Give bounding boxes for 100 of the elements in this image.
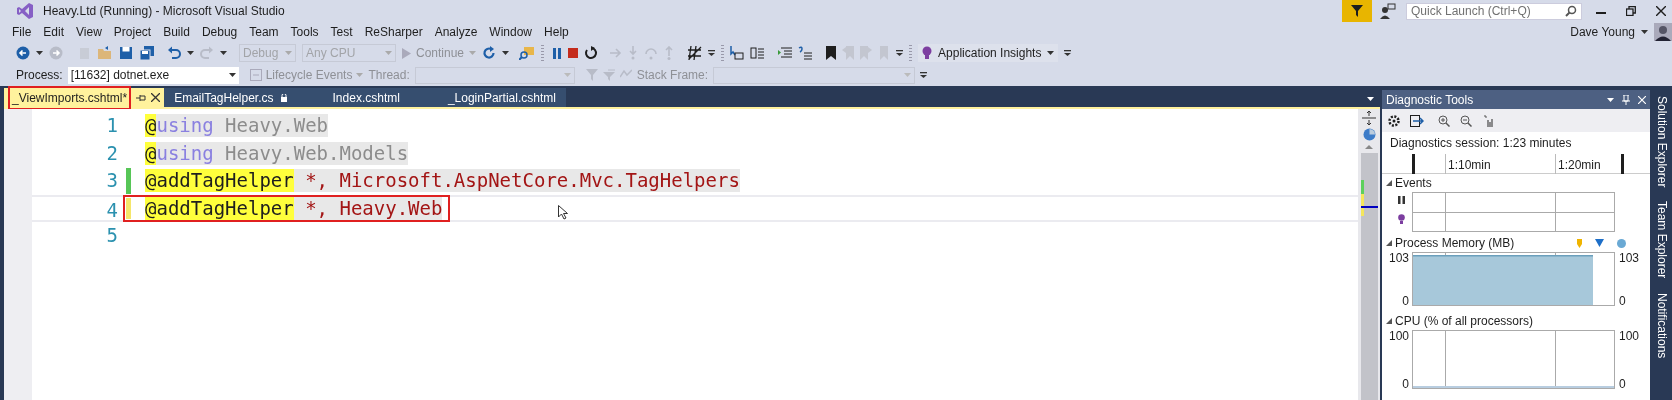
caret-icon: [285, 51, 292, 55]
timeline-label: 1:20min: [1558, 157, 1601, 174]
collapse-icon[interactable]: [1386, 318, 1392, 324]
user-name[interactable]: Dave Young: [1570, 23, 1635, 41]
undo-icon[interactable]: [167, 46, 181, 60]
close-icon[interactable]: [1656, 6, 1666, 16]
event-icon: [249, 69, 262, 81]
axis-label: 100: [1388, 330, 1409, 343]
feedback-button[interactable]: [1342, 0, 1372, 22]
caret-icon[interactable]: [502, 51, 510, 55]
caret-icon[interactable]: [220, 51, 227, 55]
pin-icon[interactable]: [136, 93, 147, 102]
menu-item[interactable]: Debug: [195, 23, 244, 41]
side-tab[interactable]: Team Explorer: [1653, 201, 1671, 279]
export-icon[interactable]: [1410, 114, 1424, 127]
menu-item[interactable]: ReSharper: [358, 23, 429, 41]
menu-item[interactable]: Build: [157, 23, 196, 41]
menu-item[interactable]: View: [70, 23, 108, 41]
app-logo-icon: [16, 2, 34, 20]
caret-icon[interactable]: [1641, 30, 1648, 34]
caret-icon: [1047, 51, 1055, 55]
overflow-icon[interactable]: [708, 50, 716, 56]
zoom-out-icon[interactable]: [1460, 114, 1472, 127]
open-folder-icon[interactable]: [97, 46, 113, 60]
save-all-icon[interactable]: [139, 46, 155, 60]
caret-icon[interactable]: [36, 51, 43, 55]
bookmark-icon[interactable]: [826, 46, 837, 60]
menu-item[interactable]: Test: [324, 23, 359, 41]
line-number: 5: [105, 223, 119, 248]
overflow-icon[interactable]: [896, 50, 904, 56]
back-icon[interactable]: [16, 46, 30, 60]
comment-icon[interactable]: [798, 46, 813, 60]
overflow-icon[interactable]: [920, 72, 928, 78]
save-icon[interactable]: [119, 46, 133, 60]
pause-icon[interactable]: [552, 47, 563, 59]
restore-icon[interactable]: [1626, 6, 1636, 16]
code-line: @addTagHelper *, Microsoft.AspNetCore.Mvc.TagHelpers: [145, 169, 740, 193]
editor-tab[interactable]: _ViewImports.cshtml*: [4, 88, 165, 107]
axis-label: 0: [1619, 378, 1627, 391]
editor-tab[interactable]: Index.cshtml: [322, 88, 410, 107]
timeline-label: 1:10min: [1448, 157, 1491, 174]
axis-label: 0: [1402, 295, 1409, 308]
menu-item[interactable]: File: [6, 23, 38, 41]
code-line: @using Heavy.Web.Models: [145, 141, 409, 165]
search-icon: [1565, 5, 1577, 17]
caret-icon: [904, 73, 912, 77]
collapse-icon[interactable]: [1386, 180, 1392, 186]
zoom-in-icon[interactable]: [1438, 114, 1450, 127]
caret-icon[interactable]: [187, 51, 194, 55]
section-title: Process Memory (MB): [1395, 235, 1515, 252]
scroll-up-icon[interactable]: [1365, 145, 1373, 149]
menu-item[interactable]: Help: [538, 23, 575, 41]
snapshot-marker-icon: [1595, 239, 1604, 247]
menu-item[interactable]: Edit: [37, 23, 71, 41]
side-tab[interactable]: Notifications: [1653, 292, 1671, 359]
section-title: CPU (% of all processors): [1395, 313, 1534, 330]
play-icon: [402, 47, 411, 59]
pause-icon: [1397, 196, 1405, 204]
settings-icon[interactable]: [1388, 114, 1400, 127]
line-number: 4: [105, 197, 119, 220]
menu-item[interactable]: Tools: [284, 23, 325, 41]
section-title: Events: [1395, 175, 1432, 192]
find-icon[interactable]: [519, 46, 536, 60]
quick-launch-field[interactable]: Quick Launch (Ctrl+Q): [1406, 2, 1582, 20]
restart-icon[interactable]: [584, 46, 599, 60]
axis-label: 103: [1619, 252, 1641, 265]
axis-label: 0: [1402, 378, 1409, 391]
close-icon[interactable]: [151, 93, 161, 102]
mouse-cursor-icon: [558, 204, 568, 220]
refresh-icon[interactable]: [482, 46, 497, 60]
process-label: Process:: [16, 67, 63, 84]
thread-label: Thread:: [368, 67, 410, 84]
hex-toggle-icon[interactable]: [688, 46, 703, 60]
menu-item[interactable]: Team: [243, 23, 285, 41]
indent-icon[interactable]: [778, 46, 793, 60]
session-duration: Diagnostics session: 1:23 minutes: [1389, 135, 1573, 152]
split-icon[interactable]: [1362, 111, 1376, 125]
menu-item[interactable]: Project: [107, 23, 158, 41]
axis-label: 0: [1619, 295, 1627, 308]
caret-icon[interactable]: [1607, 97, 1614, 102]
panel-title: Diagnostic Tools: [1386, 91, 1475, 109]
application-insights-button[interactable]: Application Insights: [918, 44, 1059, 62]
caret-icon: [563, 73, 571, 77]
chat-person-icon[interactable]: [1380, 3, 1396, 19]
caret-icon: [356, 73, 364, 77]
cursor-list-icon[interactable]: [730, 46, 745, 60]
collapse-icon[interactable]: [1386, 240, 1392, 246]
peak-marker-icon: [1617, 238, 1626, 248]
menu-item[interactable]: Analyze: [428, 23, 484, 41]
side-tab[interactable]: Solution Explorer: [1653, 96, 1671, 188]
editor-tab[interactable]: _LoginPartial.cshtml: [437, 88, 566, 107]
lightbulb-icon: [922, 46, 933, 60]
overflow-icon[interactable]: [1064, 50, 1072, 56]
caret-icon[interactable]: [1367, 97, 1374, 101]
list-icon[interactable]: [750, 46, 765, 60]
editor-tab[interactable]: EmailTagHelper.cs: [164, 88, 295, 107]
process-dropdown[interactable]: [11632] dotnet.exe: [67, 66, 239, 84]
menu-item[interactable]: Window: [483, 23, 539, 41]
stop-icon[interactable]: [568, 48, 579, 58]
axis-label: 100: [1619, 330, 1641, 343]
